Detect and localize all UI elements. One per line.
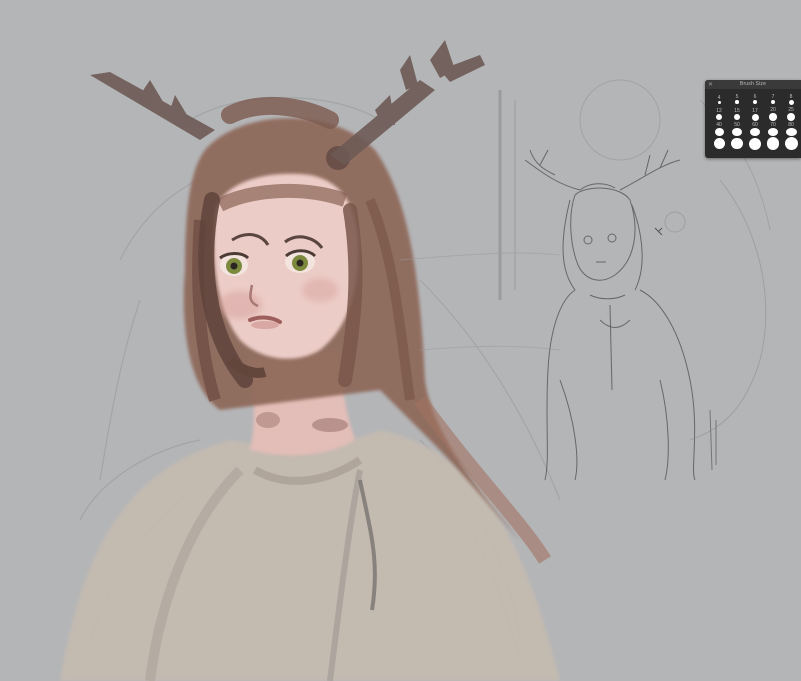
brush-panel-title: Brush Size bbox=[705, 80, 801, 89]
brush-dot-icon bbox=[731, 137, 743, 150]
brush-size-option[interactable]: 40 bbox=[711, 121, 727, 136]
brush-dot-icon bbox=[733, 113, 741, 121]
brush-size-label: 7 bbox=[771, 93, 775, 100]
brush-dot-icon bbox=[732, 128, 742, 136]
brush-size-option[interactable] bbox=[711, 136, 727, 151]
brush-dot-icon bbox=[766, 137, 780, 150]
brush-dot-icon bbox=[714, 128, 724, 136]
brush-size-option[interactable] bbox=[765, 136, 781, 151]
painted-shirt bbox=[60, 430, 560, 681]
brush-size-option[interactable]: 17 bbox=[747, 106, 763, 121]
brush-size-option[interactable]: 50 bbox=[729, 121, 745, 136]
brush-dot-icon bbox=[749, 137, 761, 150]
brush-dot-icon bbox=[751, 113, 759, 121]
brush-size-label: 8 bbox=[789, 93, 793, 100]
brush-size-option[interactable]: 4 bbox=[711, 91, 727, 106]
brush-dot-icon bbox=[753, 100, 757, 104]
brush-size-option[interactable]: 6 bbox=[747, 91, 763, 106]
brush-dot-icon bbox=[713, 138, 725, 149]
painted-face bbox=[213, 173, 359, 359]
brush-size-option[interactable]: 70 bbox=[765, 121, 781, 136]
brush-size-grid: 4 5 6 7 8 12 15 17 20 25 40 50 60 70 80 bbox=[705, 89, 801, 151]
close-icon[interactable]: ✕ bbox=[708, 81, 713, 88]
brush-dot-icon bbox=[787, 113, 795, 121]
brush-dot-icon bbox=[770, 99, 776, 105]
canvas-artwork bbox=[60, 40, 771, 681]
brush-dot-icon bbox=[769, 113, 777, 121]
brush-size-option[interactable] bbox=[747, 136, 763, 151]
brush-size-option[interactable]: 80 bbox=[783, 121, 799, 136]
brush-dot-icon bbox=[784, 137, 798, 150]
brush-size-option[interactable] bbox=[783, 136, 799, 151]
drawing-canvas[interactable]: ✕ Brush Size 4 5 6 7 8 12 15 17 20 25 40 50 60 70 80 bbox=[0, 0, 801, 681]
brush-size-option[interactable]: 15 bbox=[729, 106, 745, 121]
brush-size-option[interactable] bbox=[729, 136, 745, 151]
brush-size-label: 17 bbox=[752, 107, 758, 114]
brush-size-option[interactable]: 60 bbox=[747, 121, 763, 136]
brush-dot-icon bbox=[716, 114, 722, 120]
brush-dot-icon bbox=[785, 128, 797, 136]
brush-size-label: 4 bbox=[717, 94, 721, 101]
brush-dot-icon bbox=[767, 128, 779, 136]
brush-dot-icon bbox=[750, 128, 760, 136]
brush-dot-icon bbox=[717, 100, 721, 104]
brush-size-option[interactable]: 12 bbox=[711, 106, 727, 121]
brush-size-option[interactable]: 7 bbox=[765, 91, 781, 106]
brush-size-panel[interactable]: ✕ Brush Size 4 5 6 7 8 12 15 17 20 25 40 50 60 70 80 bbox=[705, 80, 801, 158]
brush-size-label: 15 bbox=[734, 107, 740, 114]
brush-size-option[interactable]: 5 bbox=[729, 91, 745, 106]
brush-size-option[interactable]: 25 bbox=[783, 106, 799, 121]
brush-size-option[interactable]: 20 bbox=[765, 106, 781, 121]
brush-dot-icon bbox=[735, 100, 739, 104]
brush-dot-icon bbox=[788, 99, 794, 105]
brush-size-option[interactable]: 8 bbox=[783, 91, 799, 106]
